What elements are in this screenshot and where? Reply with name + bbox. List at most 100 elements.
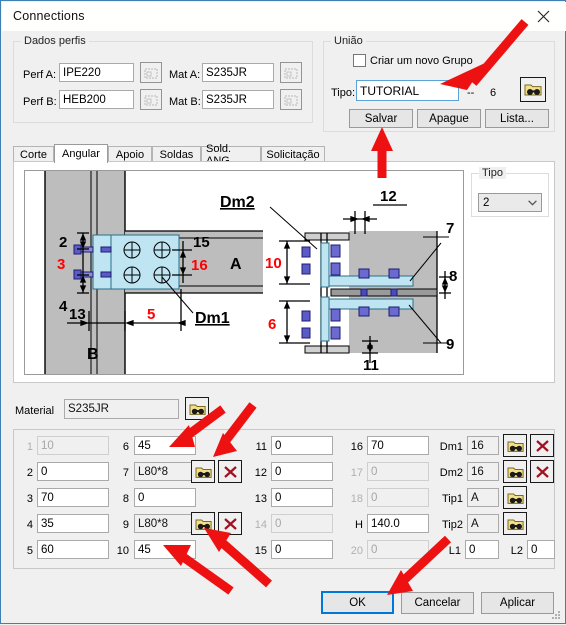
apply-button[interactable]: Aplicar [481, 592, 554, 614]
tab-solicitacao[interactable]: Solicitação [261, 146, 325, 162]
dim-3: 3 [57, 256, 65, 273]
perf-b-field[interactable] [59, 90, 134, 109]
tipo-group-legend: Tipo [479, 167, 506, 179]
field-5-number: 5 [26, 545, 33, 557]
field-1-number: 1 [26, 441, 33, 453]
material-field[interactable] [64, 399, 179, 419]
field-8-input[interactable] [134, 488, 196, 507]
tab-soldas[interactable]: Soldas [152, 146, 201, 162]
chevron-down-icon [524, 199, 541, 206]
tipo-select-value: 2 [483, 196, 490, 209]
dim-11: 11 [363, 357, 379, 374]
field-1-input[interactable] [37, 436, 109, 455]
field-9-clear-icon[interactable] [218, 512, 242, 535]
tip1-input[interactable] [467, 488, 499, 507]
field-20-input[interactable] [367, 540, 429, 559]
field-9-browse-icon[interactable] [191, 512, 215, 535]
dm1-clear-icon[interactable] [530, 434, 554, 457]
criar-novo-grupo-checkbox[interactable] [353, 54, 366, 67]
field-13-input[interactable] [271, 488, 333, 507]
mat-b-field[interactable] [202, 90, 274, 109]
field-12-input[interactable] [271, 462, 333, 481]
tab-angular[interactable]: Angular [54, 144, 108, 163]
salvar-button[interactable]: Salvar [349, 109, 413, 128]
field-2-number: 2 [26, 467, 33, 479]
material-label: Material [15, 405, 55, 417]
field-13-number: 13 [254, 493, 267, 505]
field-5-input[interactable] [37, 540, 109, 559]
dm2-clear-icon[interactable] [530, 460, 554, 483]
title-bar: Connections [2, 2, 566, 31]
field-15-number: 15 [254, 545, 267, 557]
field-17-input[interactable] [367, 462, 429, 481]
mat-a-field[interactable] [202, 63, 274, 82]
field-7-browse-icon[interactable] [191, 460, 215, 483]
member-b-label: B [87, 346, 99, 363]
field-2-input[interactable] [37, 462, 109, 481]
dm1-label-field: Dm1 [439, 441, 463, 453]
field-6-number: 6 [122, 441, 129, 453]
field-3-input[interactable] [37, 488, 109, 507]
field-h-number: H [355, 519, 363, 531]
dm2-browse-icon[interactable] [503, 460, 527, 483]
field-10-input[interactable] [134, 540, 196, 559]
field-18-input[interactable] [367, 488, 429, 507]
cancel-button[interactable]: Cancelar [401, 592, 474, 614]
dm1-label: Dm1 [195, 310, 230, 327]
dados-perfis-legend: Dados perfis [21, 35, 89, 47]
tipo-select[interactable]: 2 [478, 193, 542, 212]
lista-button[interactable]: Lista... [485, 109, 549, 128]
tip1-label-field: Tip1 [442, 493, 463, 505]
connection-diagram: 2 3 4 13 5 15 16 A B Dm1 Dm2 12 10 6 7 8… [24, 170, 464, 375]
tipo-count: 6 [490, 87, 497, 99]
tab-corte[interactable]: Corte [13, 146, 54, 162]
l2-label: L2 [510, 545, 523, 557]
tip2-browse-icon[interactable] [503, 512, 527, 535]
dim-12: 12 [380, 188, 397, 205]
l1-input[interactable] [465, 540, 499, 559]
dim-9: 9 [446, 336, 454, 353]
perf-a-label: Perf A: [23, 69, 57, 81]
tip1-browse-icon[interactable] [503, 486, 527, 509]
tab-sold-ang[interactable]: Sold. ANG [201, 143, 261, 167]
perf-a-field[interactable] [59, 63, 134, 82]
dm1-input[interactable] [467, 436, 499, 455]
tip2-input[interactable] [467, 514, 499, 533]
field-16-input[interactable] [367, 436, 429, 455]
perf-b-browse-button[interactable] [140, 89, 162, 110]
l2-input[interactable] [527, 540, 555, 559]
field-3-number: 3 [26, 493, 33, 505]
field-7-clear-icon[interactable] [218, 460, 242, 483]
perf-a-browse-button[interactable] [140, 62, 162, 83]
field-9-input[interactable] [134, 514, 196, 533]
field-14-input[interactable] [271, 514, 333, 533]
close-icon[interactable] [521, 2, 566, 30]
dim-2: 2 [59, 234, 67, 251]
resize-grip[interactable] [550, 609, 562, 621]
tipo-separator: -- [467, 87, 475, 99]
mat-a-browse-button[interactable] [280, 62, 302, 83]
field-7-input[interactable] [134, 462, 196, 481]
field-16-number: 16 [350, 441, 363, 453]
uniao-legend: União [331, 35, 366, 47]
mat-b-browse-button[interactable] [280, 89, 302, 110]
field-4-input[interactable] [37, 514, 109, 533]
tab-apoio[interactable]: Apoio [108, 146, 152, 162]
field-11-input[interactable] [271, 436, 333, 455]
tipo-browse-icon[interactable] [520, 77, 546, 102]
tipo-input[interactable] [356, 80, 459, 101]
window-title: Connections [13, 9, 85, 23]
perf-b-label: Perf B: [23, 96, 57, 108]
field-15-input[interactable] [271, 540, 333, 559]
dim-4: 4 [59, 298, 68, 315]
material-browse-icon[interactable] [185, 397, 209, 420]
apague-button[interactable]: Apague [417, 109, 481, 128]
field-6-input[interactable] [134, 436, 196, 455]
dim-16: 16 [191, 257, 208, 274]
field-h-input[interactable] [367, 514, 429, 533]
dm2-input[interactable] [467, 462, 499, 481]
field-10-number: 10 [116, 545, 129, 557]
dm1-browse-icon[interactable] [503, 434, 527, 457]
ok-button[interactable]: OK [321, 591, 394, 614]
field-20-number: 20 [350, 545, 363, 557]
